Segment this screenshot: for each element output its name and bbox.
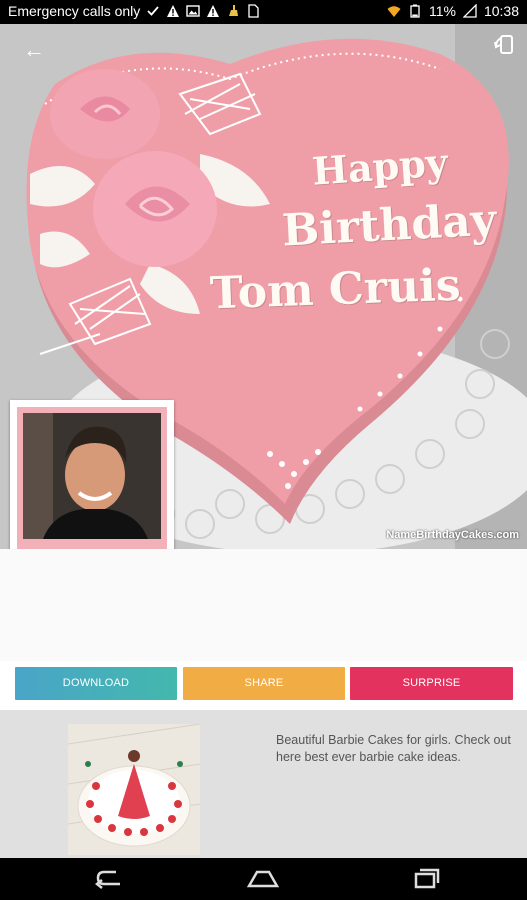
ad-card[interactable]: Beautiful Barbie Cakes for girls. Check … [0,710,527,858]
back-nav-icon[interactable] [90,866,130,892]
home-nav-icon[interactable] [243,866,283,892]
cake-text-happy: Happy [310,139,450,194]
clean-icon [226,4,240,18]
carrier-text: Emergency calls only [8,3,141,19]
recents-nav-icon[interactable] [406,866,446,892]
warning-icon [206,4,220,18]
image-icon [186,4,200,18]
spacer [0,549,527,661]
surprise-button[interactable]: SURPRISE [350,667,513,700]
back-arrow-icon[interactable]: ← [20,36,48,64]
warning-icon [166,4,180,18]
cake-text-name: Tom Cruis [209,259,462,320]
share-button[interactable]: SHARE [183,667,345,700]
ad-description[interactable]: Beautiful Barbie Cakes for girls. Check … [276,732,516,766]
wifi-icon [387,4,401,18]
check-icon [146,4,160,18]
cake-image: ← Happy Birthday Tom Cruis NameBirthdayC… [0,24,527,549]
rotate-screen-icon[interactable] [493,32,519,58]
status-bar: Emergency calls only 11% 10:38 [0,0,527,24]
person-photo [23,413,161,539]
clock: 10:38 [483,3,519,19]
signal-off-icon [462,4,477,18]
action-bar: DOWNLOAD SHARE SURPRISE [0,661,527,710]
battery-percent: 11% [428,3,456,19]
download-button[interactable]: DOWNLOAD [15,667,177,700]
watermark: NameBirthdayCakes.com [386,529,519,541]
barbie-cake-thumbnail[interactable] [68,724,200,855]
photo-frame [10,400,174,549]
sd-card-icon [246,4,260,18]
navigation-bar [0,858,527,900]
battery-icon [408,4,422,18]
